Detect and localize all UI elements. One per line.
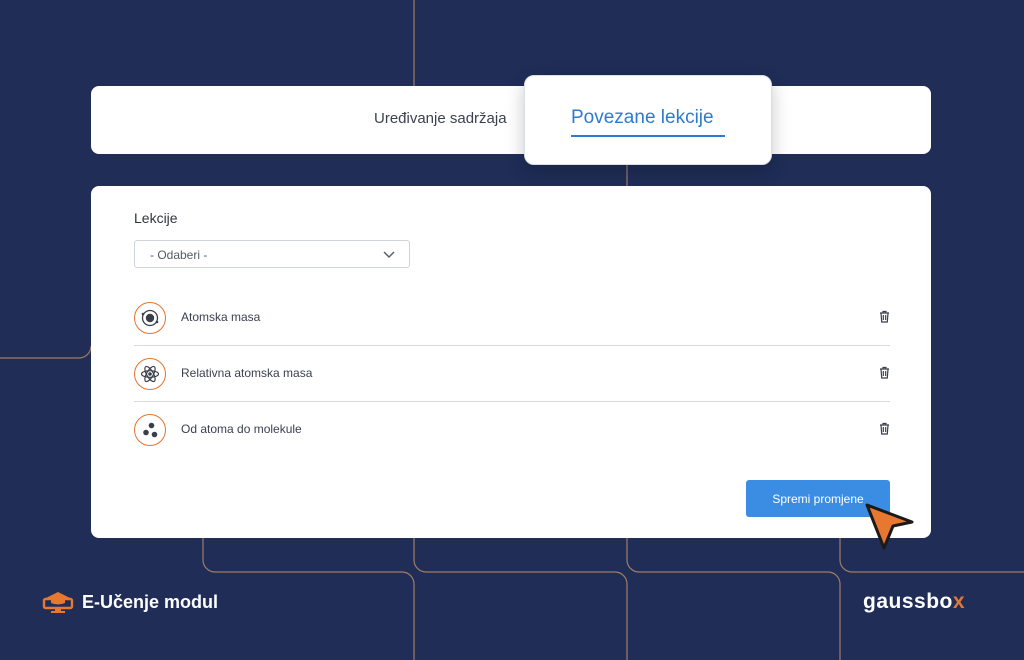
lesson-select-value: - Odaberi - [150,248,208,262]
e-learning-logo-icon [42,592,74,613]
lesson-item: Od atoma do molekule [134,402,890,458]
lessons-label: Lekcije [134,210,178,226]
brand-logo: gaussbox [863,590,965,614]
lesson-select[interactable]: - Odaberi - [134,240,410,268]
lessons-card: Lekcije - Odaberi - Atomska masa Relativ… [91,186,931,538]
trash-icon[interactable] [879,310,890,323]
molecule-icon [134,414,166,446]
atom-orbit-icon [134,358,166,390]
lesson-item: Atomska masa [134,290,890,346]
cursor-pointer-icon [865,503,914,550]
tab-edit-content[interactable]: Uređivanje sadržaja [374,110,507,127]
tab-linked-lessons[interactable]: Povezane lekcije [524,75,772,165]
atom-core-icon [134,302,166,334]
brand-accent: x [952,590,966,613]
module-name: E-Učenje modul [82,592,219,612]
tab-bar: Uređivanje sadržaja [91,86,931,154]
trash-icon[interactable] [879,422,890,435]
chevron-down-icon [383,251,395,258]
lesson-title: Relativna atomska masa [181,366,313,380]
lesson-item: Relativna atomska masa [134,346,890,402]
lesson-title: Od atoma do molekule [181,422,302,436]
tab-linked-lessons-label: Povezane lekcije [571,107,714,128]
lesson-title: Atomska masa [181,310,261,324]
brand-name: gaussbo [863,590,953,613]
active-tab-indicator [571,135,725,137]
trash-icon[interactable] [879,366,890,379]
